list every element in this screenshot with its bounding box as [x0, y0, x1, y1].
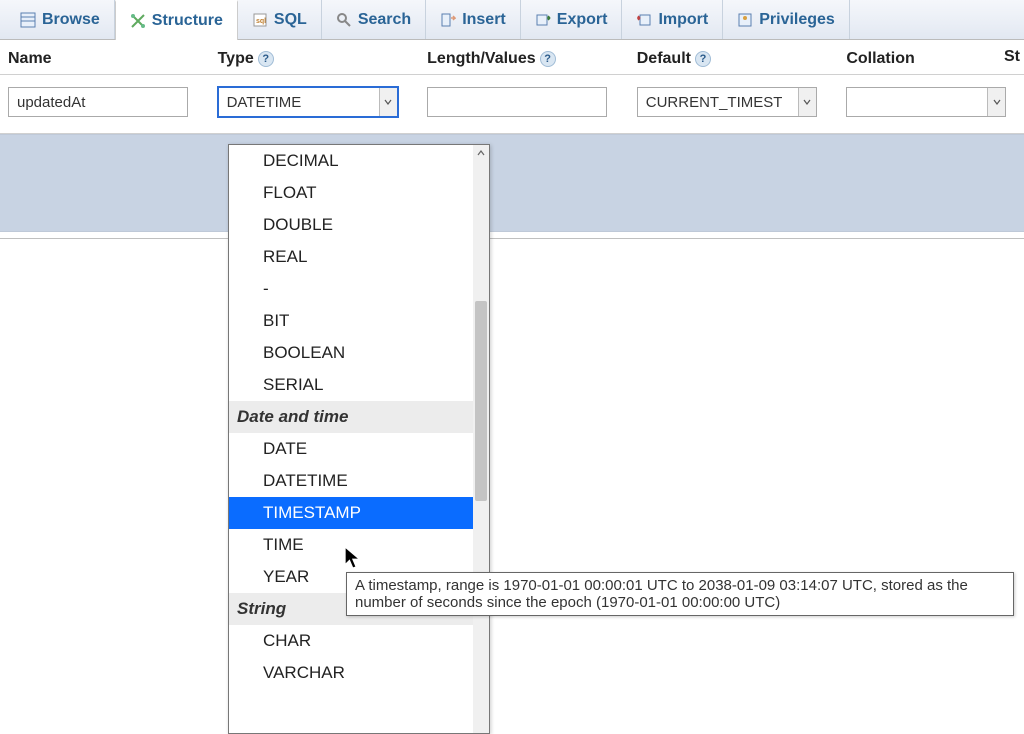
privileges-icon [737, 12, 753, 28]
chevron-down-icon [987, 88, 1005, 116]
truncated-header: St [1004, 48, 1020, 66]
tab-export[interactable]: Export [521, 0, 623, 39]
header-collation: Collation [846, 50, 914, 68]
scroll-up-icon[interactable] [473, 145, 489, 161]
import-icon [636, 12, 652, 28]
type-option[interactable]: FLOAT [229, 177, 473, 209]
tab-insert-label: Insert [462, 11, 506, 29]
header-length: Length/Values [427, 50, 535, 68]
tab-privileges-label: Privileges [759, 11, 835, 29]
sql-icon: sql [252, 12, 268, 28]
type-option[interactable]: BIT [229, 305, 473, 337]
column-headers: Name Type ? Length/Values ? Default ? Co… [0, 40, 1024, 75]
tab-insert[interactable]: Insert [426, 0, 521, 39]
type-option[interactable]: DOUBLE [229, 209, 473, 241]
tab-export-label: Export [557, 11, 608, 29]
tab-structure-label: Structure [152, 12, 223, 30]
type-option-timestamp[interactable]: TIMESTAMP [229, 497, 473, 529]
tab-search-label: Search [358, 11, 411, 29]
chevron-down-icon [798, 88, 816, 116]
tab-import-label: Import [658, 11, 708, 29]
type-group-date: Date and time [229, 401, 473, 433]
structure-icon [130, 13, 146, 29]
tab-sql-label: SQL [274, 11, 307, 29]
type-option[interactable]: CHAR [229, 625, 473, 657]
type-option[interactable]: SERIAL [229, 369, 473, 401]
length-input[interactable] [427, 87, 607, 117]
name-input[interactable] [8, 87, 188, 117]
type-option[interactable]: VARCHAR [229, 657, 473, 689]
header-type: Type [218, 50, 254, 68]
type-dropdown-list: DECIMAL FLOAT DOUBLE REAL - BIT BOOLEAN … [229, 145, 473, 733]
tab-sql[interactable]: sql SQL [238, 0, 322, 39]
header-default: Default [637, 50, 691, 68]
type-option[interactable]: DECIMAL [229, 145, 473, 177]
lower-band [0, 134, 1024, 232]
tab-privileges[interactable]: Privileges [723, 0, 850, 39]
tab-search[interactable]: Search [322, 0, 426, 39]
tabs-bar: Browse Structure sql SQL Search Insert E… [0, 0, 1024, 40]
type-option[interactable]: DATE [229, 433, 473, 465]
timestamp-tooltip: A timestamp, range is 1970-01-01 00:00:0… [346, 572, 1014, 616]
tab-browse[interactable]: Browse [6, 0, 115, 39]
search-icon [336, 12, 352, 28]
tab-browse-label: Browse [42, 11, 100, 29]
chevron-down-icon [379, 88, 397, 116]
dropdown-scrollbar[interactable] [473, 145, 489, 733]
separator [0, 238, 1024, 239]
type-select-value: DATETIME [227, 94, 302, 111]
export-icon [535, 12, 551, 28]
scrollbar-thumb[interactable] [475, 301, 487, 501]
tab-import[interactable]: Import [622, 0, 723, 39]
type-option[interactable]: TIME [229, 529, 473, 561]
svg-text:sql: sql [256, 18, 266, 25]
default-select[interactable]: CURRENT_TIMEST [637, 87, 817, 117]
browse-icon [20, 12, 36, 28]
help-length-icon[interactable]: ? [540, 51, 556, 67]
header-name: Name [8, 50, 52, 68]
type-select[interactable]: DATETIME [218, 87, 398, 117]
tab-structure[interactable]: Structure [115, 0, 238, 40]
help-type-icon[interactable]: ? [258, 51, 274, 67]
collation-select[interactable] [846, 87, 1006, 117]
column-input-row: DATETIME CURRENT_TIMEST [0, 75, 1024, 134]
help-default-icon[interactable]: ? [695, 51, 711, 67]
type-dropdown[interactable]: DECIMAL FLOAT DOUBLE REAL - BIT BOOLEAN … [228, 144, 490, 734]
insert-icon [440, 12, 456, 28]
default-select-value: CURRENT_TIMEST [646, 94, 783, 111]
type-option[interactable]: REAL [229, 241, 473, 273]
type-option-separator[interactable]: - [229, 273, 473, 305]
type-option[interactable]: DATETIME [229, 465, 473, 497]
type-option[interactable]: BOOLEAN [229, 337, 473, 369]
